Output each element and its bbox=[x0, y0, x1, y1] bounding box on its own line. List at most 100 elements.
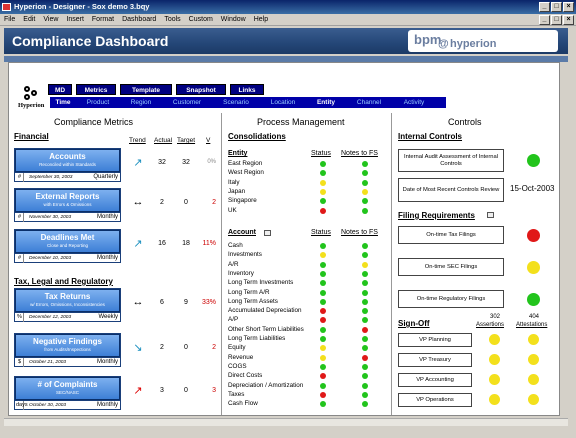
compliance-metrics-title: Compliance Metrics bbox=[54, 117, 134, 127]
entity-name[interactable]: Singapore bbox=[228, 197, 318, 205]
tab-region[interactable]: Region bbox=[120, 97, 162, 108]
account-name[interactable]: Direct Costs bbox=[228, 372, 318, 380]
snapshot-button[interactable]: Snapshot bbox=[176, 84, 226, 95]
financial-heading: Financial bbox=[14, 132, 49, 141]
metric-card[interactable]: Negative Findings from Audits/Inspection… bbox=[14, 333, 121, 367]
metric-target: 0 bbox=[184, 387, 188, 394]
maximize-button[interactable]: □ bbox=[551, 2, 562, 12]
account-name[interactable]: Revenue bbox=[228, 354, 318, 362]
signoff-box[interactable]: VP Planning bbox=[398, 333, 472, 347]
metric-card[interactable]: Tax Returns w/ Errors, Omissions, Incons… bbox=[14, 288, 121, 322]
tab-activity[interactable]: Activity bbox=[392, 97, 436, 108]
metric-card[interactable]: Accounts Reconciled within Standards # S… bbox=[14, 148, 121, 182]
signoff-box[interactable]: VP Operations bbox=[398, 393, 472, 407]
account-info-icon[interactable] bbox=[264, 230, 271, 236]
tab-time[interactable]: Time bbox=[50, 97, 76, 108]
links-button[interactable]: Links bbox=[230, 84, 264, 95]
account-name[interactable]: Depreciation / Amortization bbox=[228, 382, 318, 390]
account-name[interactable]: Inventory bbox=[228, 270, 318, 278]
account-name[interactable]: Cash bbox=[228, 242, 318, 250]
assertions-count: 302 bbox=[489, 314, 500, 320]
metric-frequency: Monthly bbox=[96, 255, 118, 261]
signoff-box[interactable]: VP Accounting bbox=[398, 373, 472, 387]
internal-audit-box[interactable]: Internal Audit Assessment of Internal Co… bbox=[398, 149, 504, 172]
entity-col-header: Entity bbox=[228, 150, 248, 157]
metric-target: 32 bbox=[182, 159, 190, 166]
column-divider-left bbox=[221, 113, 222, 415]
entity-name[interactable]: East Region bbox=[228, 160, 318, 168]
account-name[interactable]: Accumulated Depreciation bbox=[228, 307, 318, 315]
column-divider-right bbox=[391, 113, 392, 415]
md-button[interactable]: MD bbox=[48, 84, 72, 95]
account-name[interactable]: A/R bbox=[228, 261, 318, 269]
entity-name[interactable]: UK bbox=[228, 207, 318, 215]
account-name[interactable]: Taxes bbox=[228, 391, 318, 399]
tab-entity[interactable]: Entity bbox=[306, 97, 346, 108]
template-button[interactable]: Template bbox=[120, 84, 172, 95]
metric-card[interactable]: Deadlines Met Close and Reporting # Dece… bbox=[14, 229, 121, 263]
account-name[interactable]: Long Term Assets bbox=[228, 298, 318, 306]
metric-name: Tax Returns bbox=[44, 292, 91, 301]
filing-info-icon[interactable] bbox=[487, 212, 494, 218]
metric-date: October 30, 2003 bbox=[29, 403, 67, 408]
metric-date: November 30, 2003 bbox=[29, 215, 72, 220]
metric-target: 0 bbox=[184, 199, 188, 206]
account-name[interactable]: Equity bbox=[228, 344, 318, 352]
account-name[interactable]: Investments bbox=[228, 251, 318, 259]
status-col-header-2: Status bbox=[311, 229, 331, 236]
account-status-dot bbox=[320, 261, 326, 268]
metrics-button[interactable]: Metrics bbox=[76, 84, 116, 95]
entity-name[interactable]: Japan bbox=[228, 188, 318, 196]
assertion-status-dot bbox=[489, 394, 500, 405]
signoff-box[interactable]: VP Treasury bbox=[398, 353, 472, 367]
hyperion-logo-text: Hyperion bbox=[18, 102, 45, 109]
metric-card[interactable]: # of Complaints SEC/NASC days October 30… bbox=[14, 376, 121, 410]
menu-file[interactable]: File bbox=[0, 14, 19, 26]
entity-name[interactable]: West Region bbox=[228, 169, 318, 177]
account-name[interactable]: A/P bbox=[228, 316, 318, 324]
account-name[interactable]: Other Short Term Liabilities bbox=[228, 326, 318, 334]
account-name[interactable]: Cash Flow bbox=[228, 400, 318, 408]
metric-variance: 11% bbox=[202, 240, 217, 247]
tab-channel[interactable]: Channel bbox=[346, 97, 392, 108]
filing-requirement-box[interactable]: On-time SEC Filings bbox=[398, 258, 504, 276]
close-button[interactable]: × bbox=[563, 2, 574, 12]
menu-view[interactable]: View bbox=[39, 14, 62, 26]
entity-name[interactable]: Italy bbox=[228, 179, 318, 187]
menu-window[interactable]: Window bbox=[217, 14, 250, 26]
tab-customer[interactable]: Customer bbox=[162, 97, 212, 108]
dashboard-title: Compliance Dashboard bbox=[12, 33, 169, 49]
menu-edit[interactable]: Edit bbox=[19, 14, 39, 26]
minimize-button[interactable]: _ bbox=[539, 2, 550, 12]
account-name[interactable]: Long Term Liabilities bbox=[228, 335, 318, 343]
doc-restore-button[interactable]: □ bbox=[551, 15, 562, 25]
tab-location[interactable]: Location bbox=[260, 97, 306, 108]
filing-requirement-box[interactable]: On-time Regulatory Filings bbox=[398, 290, 504, 308]
doc-close-button[interactable]: × bbox=[563, 15, 574, 25]
menu-help[interactable]: Help bbox=[250, 14, 272, 26]
tab-product[interactable]: Product bbox=[76, 97, 120, 108]
menu-insert[interactable]: Insert bbox=[62, 14, 88, 26]
horizontal-scrollbar[interactable] bbox=[4, 418, 568, 426]
menu-custom[interactable]: Custom bbox=[185, 14, 217, 26]
entity-notes-dot bbox=[362, 179, 368, 186]
account-notes-dot bbox=[362, 270, 368, 277]
doc-minimize-button[interactable]: _ bbox=[539, 15, 550, 25]
filing-requirement-box[interactable]: On-time Tax Filings bbox=[398, 226, 504, 244]
metric-card[interactable]: External Reports with Errors & Omissions… bbox=[14, 188, 121, 222]
notes-col-header-2: Notes to FS bbox=[341, 229, 378, 236]
account-name[interactable]: Long Term Investments bbox=[228, 279, 318, 287]
entity-status-dot bbox=[320, 188, 326, 195]
menu-tools[interactable]: Tools bbox=[160, 14, 184, 26]
metric-unit: # bbox=[16, 254, 24, 263]
metric-unit: days bbox=[16, 401, 28, 410]
metric-unit: % bbox=[16, 313, 24, 322]
account-name[interactable]: COGS bbox=[228, 363, 318, 371]
metric-subtitle: SEC/NASC bbox=[55, 390, 79, 395]
tab-scenario[interactable]: Scenario bbox=[212, 97, 260, 108]
metric-frequency: Monthly bbox=[96, 402, 118, 408]
account-name[interactable]: Long Term A/R bbox=[228, 289, 318, 297]
controls-review-box[interactable]: Date of Most Recent Controls Review bbox=[398, 178, 504, 202]
menu-dashboard[interactable]: Dashboard bbox=[118, 14, 160, 26]
menu-format[interactable]: Format bbox=[88, 14, 118, 26]
